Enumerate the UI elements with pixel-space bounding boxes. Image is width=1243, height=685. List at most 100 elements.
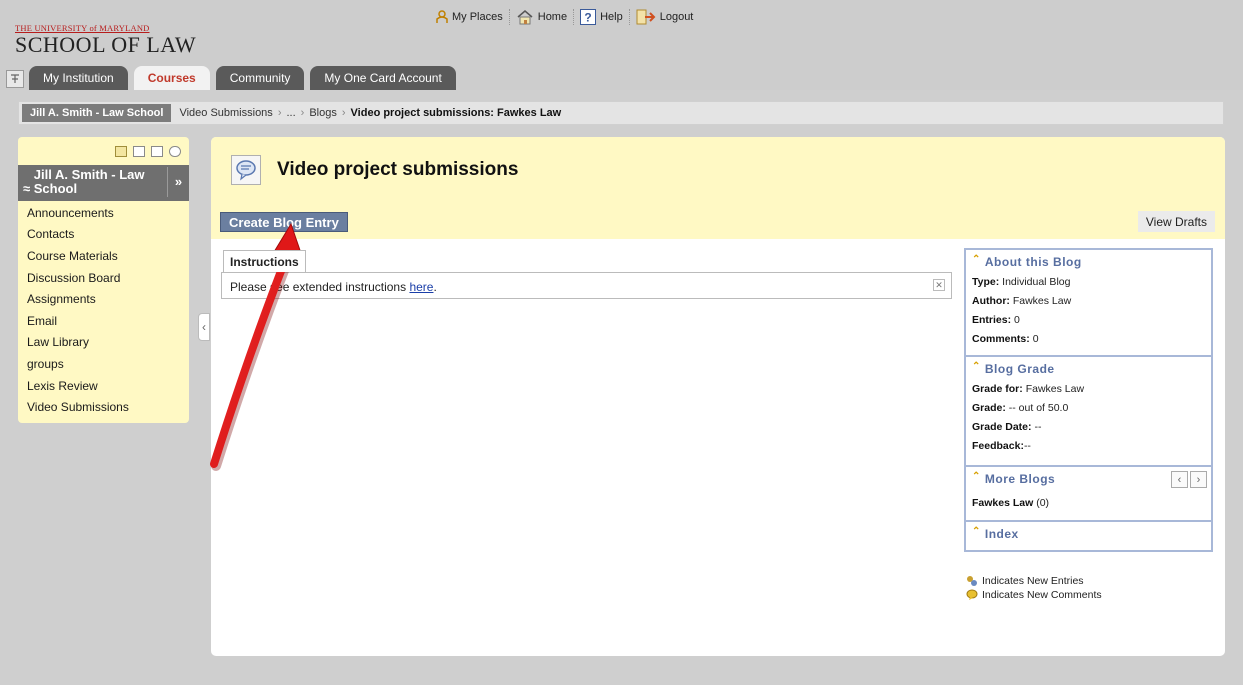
tab-my-institution[interactable]: My Institution [29,66,128,90]
grade-row: Grade: -- out of 50.0 [972,402,1205,414]
blog-grade-section: ⌃ Blog Grade Grade for: Fawkes Law Grade… [966,355,1211,465]
settings-icon[interactable] [169,145,181,157]
chevron-up-icon: ⌃ [972,253,981,265]
breadcrumb-course-home[interactable]: Jill A. Smith - Law School [22,104,172,122]
grade-label: Grade: [972,402,1006,414]
menu-item-course-materials[interactable]: Course Materials [18,245,189,267]
breadcrumb-separator-icon: › [277,107,282,119]
blog-type-row: Type: Individual Blog [972,276,1205,288]
header: THE UNIVERSITY of MARYLAND SCHOOL OF LAW… [0,0,1243,90]
grade-value: -- out of 50.0 [1008,402,1069,414]
list-view-icon[interactable] [115,145,127,157]
chevron-up-icon: ≈ [23,181,31,196]
blog-grade-title: Blog Grade [984,362,1055,376]
page-title: Video project submissions [277,159,519,180]
tab-my-one-card-account[interactable]: My One Card Account [310,66,456,90]
blog-sidebar: ⌃ About this Blog Type: Individual Blog … [964,248,1213,552]
course-menu-list: Announcements Contacts Course Materials … [18,201,189,418]
legend-new-comments-text: Indicates New Comments [982,589,1102,601]
grade-date-label: Grade Date: [972,421,1032,433]
new-window-icon[interactable] [151,145,163,157]
breadcrumb-item[interactable]: ... [286,107,295,119]
index-title: Index [984,527,1019,541]
more-blogs-row: Fawkes Law (0) [972,497,1205,509]
menu-item-email[interactable]: Email [18,310,189,332]
collapse-menu-icon[interactable]: ‹ [198,313,210,341]
blog-type-value: Individual Blog [1002,276,1071,288]
grade-for-row: Grade for: Fawkes Law [972,383,1205,395]
grade-date-value: -- [1034,421,1042,433]
menu-item-law-library[interactable]: Law Library [18,332,189,354]
instructions-panel: Please see extended instructions here. ✕ [221,272,952,299]
chevron-up-icon: ⌃ [972,470,981,482]
instructions-link[interactable]: here [409,280,433,294]
blog-author-label: Author: [972,295,1010,307]
menu-item-lexis-review[interactable]: Lexis Review [18,375,189,397]
blog-entries-label: Entries: [972,314,1012,326]
school-logo[interactable]: THE UNIVERSITY of MARYLAND SCHOOL OF LAW [15,23,196,58]
legend-new-entries-text: Indicates New Entries [982,575,1084,587]
view-drafts-button[interactable]: View Drafts [1137,211,1215,232]
tab-courses[interactable]: Courses [133,66,210,90]
menu-view-tools [18,137,189,165]
breadcrumb: Jill A. Smith - Law School Video Submiss… [18,101,1224,125]
course-menu-title-text: Jill A. Smith - Law School [33,167,145,196]
blog-entries-row: Entries: 0 [972,314,1205,326]
tab-community[interactable]: Community [215,66,305,90]
blog-author-value: Fawkes Law [1012,295,1072,307]
grade-for-value: Fawkes Law [1025,383,1085,395]
breadcrumb-current: Video project submissions: Fawkes Law [350,107,562,119]
blog-author-row: Author: Fawkes Law [972,295,1205,307]
help-label: Help [600,11,623,23]
legend-new-comments: Indicates New Comments [966,588,1102,602]
next-icon[interactable]: › [1190,471,1207,488]
content-area: Video project submissions Create Blog En… [211,137,1225,656]
new-entries-icon [967,576,977,586]
menu-item-contacts[interactable]: Contacts [18,224,189,246]
main-tabs: My Institution Courses Community My One … [0,66,462,90]
feedback-row: Feedback:-- [972,440,1205,452]
blog-grade-header[interactable]: ⌃ Blog Grade [972,360,1205,377]
more-blogs-link[interactable]: Fawkes Law [972,497,1033,509]
help-link[interactable]: ? Help [574,9,630,25]
legend-new-entries: Indicates New Entries [966,574,1102,588]
index-header[interactable]: ⌃ Index [972,525,1205,542]
more-blogs-title: More Blogs [984,472,1056,486]
logout-icon [636,9,656,25]
expand-icon[interactable]: » [167,167,189,197]
logout-link[interactable]: Logout [630,9,700,25]
my-places-link[interactable]: My Places [430,9,510,25]
previous-icon[interactable]: ‹ [1171,471,1188,488]
menu-item-groups[interactable]: groups [18,353,189,375]
blog-entries-value: 0 [1014,314,1020,326]
logo-school-text: SCHOOL OF LAW [15,32,197,57]
tab-menu-toggle-icon[interactable] [6,70,24,88]
new-comments-icon [966,589,978,600]
more-blogs-count: (0) [1036,497,1050,509]
grade-for-label: Grade for: [972,383,1023,395]
chevron-up-icon: ⌃ [972,525,981,537]
close-icon[interactable]: ✕ [933,279,945,291]
menu-item-video-submissions[interactable]: Video Submissions [18,396,189,418]
grade-date-row: Grade Date: -- [972,421,1205,433]
blog-comments-row: Comments: 0 [972,333,1205,345]
my-places-label: My Places [452,11,503,23]
breadcrumb-item[interactable]: Blogs [309,107,337,119]
instructions-text: Please see extended instructions [230,280,407,294]
more-blogs-nav: ‹ › [1171,471,1207,488]
about-blog-header[interactable]: ⌃ About this Blog [972,253,1205,270]
chevron-up-icon: ⌃ [972,360,981,372]
about-blog-title: About this Blog [984,255,1082,269]
home-link[interactable]: Home [510,9,575,25]
menu-item-assignments[interactable]: Assignments [18,288,189,310]
menu-item-announcements[interactable]: Announcements [18,202,189,224]
course-menu-title[interactable]: ≈ Jill A. Smith - Law School » [18,165,189,201]
course-menu: ≈ Jill A. Smith - Law School » Announcem… [18,137,189,423]
instructions-period: . [433,280,437,294]
create-blog-entry-button[interactable]: Create Blog Entry [220,212,348,232]
index-section: ⌃ Index [966,520,1211,550]
breadcrumb-item[interactable]: Video Submissions [179,107,272,119]
folder-view-icon[interactable] [133,145,145,157]
menu-item-discussion-board[interactable]: Discussion Board [18,267,189,289]
tab-instructions[interactable]: Instructions [223,250,306,272]
